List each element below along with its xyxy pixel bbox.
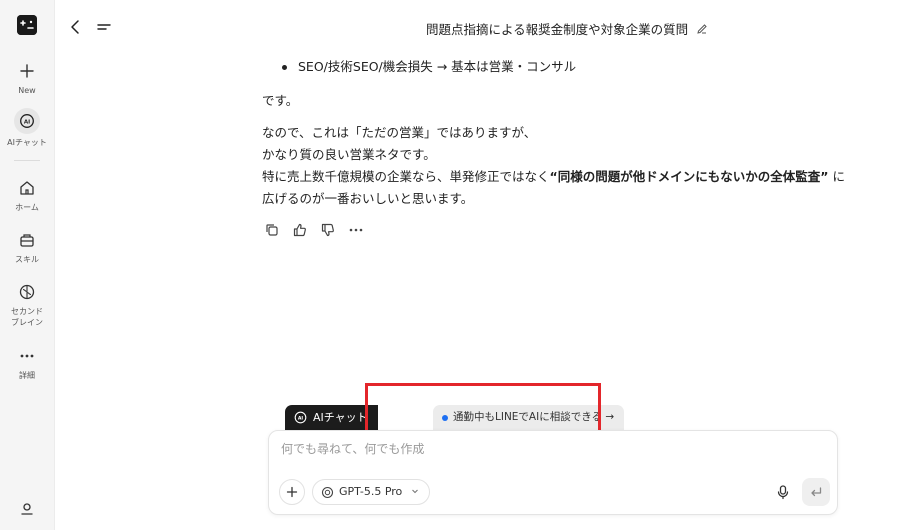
openai-icon [321, 486, 334, 499]
message-line: 特に売上数千億規模の企業なら、単発修正ではなく“同様の問題が他ドメインにもないか… [262, 166, 852, 188]
sidebar-item-label: AIチャット [7, 138, 47, 147]
message-paragraph: なので、これは「ただの営業」ではありますが、 かなり質の良い営業ネタです。 特に… [262, 122, 852, 210]
enter-icon [811, 487, 822, 497]
sidebar-item-label-2: ブレイン [11, 318, 43, 327]
app-logo[interactable] [17, 15, 37, 35]
skill-icon [20, 234, 34, 247]
microphone-icon [777, 485, 789, 500]
send-button[interactable] [802, 478, 830, 506]
sidebar-item-ai-chat[interactable]: AI AIチャット [0, 108, 54, 148]
sidebar-item-new[interactable]: New [0, 60, 54, 96]
sidebar-item-label-1: セカンド [11, 307, 43, 316]
attach-button[interactable] [279, 479, 305, 505]
svg-text:AI: AI [298, 416, 304, 422]
sidebar-item-label: ホーム [15, 203, 39, 212]
chevron-left-icon [71, 20, 79, 34]
sidebar-item-more[interactable]: 詳細 [0, 345, 54, 381]
main-panel: 問題点指摘による報奨金制度や対象企業の質問 SEO/技術SEO/機会損失 → 基… [54, 0, 900, 530]
ai-chat-chip-label: AIチャット [313, 411, 368, 424]
model-name: GPT-5.5 Pro [339, 485, 403, 498]
message-actions [264, 222, 364, 238]
sidebar: New AI AIチャット ホーム スキル セカンド ブレイン 詳細 [0, 0, 54, 530]
sidebar-divider [14, 160, 40, 161]
sidebar-item-second-brain[interactable]: セカンド ブレイン [0, 281, 54, 328]
sidebar-item-skill[interactable]: スキル [0, 229, 54, 265]
sidebar-item-home[interactable]: ホーム [0, 177, 54, 213]
conversation-title[interactable]: 問題点指摘による報奨金制度や対象企業の質問 [426, 19, 708, 38]
profile-button[interactable] [0, 498, 54, 520]
more-icon [20, 354, 34, 358]
plus-icon [20, 64, 34, 78]
menu-button[interactable] [93, 16, 115, 38]
sidebar-item-label: New [18, 86, 36, 95]
user-icon [21, 503, 33, 515]
assistant-message: SEO/技術SEO/機会損失 → 基本は営業・コンサル です。 なので、これは「… [262, 56, 852, 210]
message-text: に [832, 169, 845, 184]
plus-icon [286, 486, 298, 498]
message-text: 特に売上数千億規模の企業なら、単発修正ではなく [262, 169, 550, 184]
svg-text:AI: AI [24, 119, 30, 125]
chat-composer: GPT-5.5 Pro [268, 430, 838, 515]
thumbs-down-icon[interactable] [320, 222, 336, 238]
message-line: 広げるのが一番おいしいと思います。 [262, 191, 474, 206]
edit-icon[interactable] [696, 23, 708, 35]
menu-icon [97, 24, 111, 30]
more-options-icon[interactable] [348, 222, 364, 238]
chevron-down-icon [411, 489, 418, 494]
message-line: なので、これは「ただの営業」ではありますが、 [262, 125, 537, 140]
sidebar-item-label: 詳細 [19, 371, 35, 380]
brain-icon [19, 284, 35, 300]
chat-input[interactable] [281, 442, 801, 456]
ai-chat-chip[interactable]: AI AIチャット [285, 405, 378, 430]
back-button[interactable] [65, 16, 87, 38]
title-text: 問題点指摘による報奨金制度や対象企業の質問 [426, 22, 689, 37]
mic-button[interactable] [774, 483, 792, 501]
message-line: かなり質の良い営業ネタです。 [262, 147, 436, 162]
message-paragraph: です。 [262, 93, 299, 108]
list-item: SEO/技術SEO/機会損失 → 基本は営業・コンサル [262, 56, 852, 78]
ai-chat-icon: AI [20, 114, 34, 128]
home-icon [20, 181, 34, 195]
sidebar-item-label: スキル [15, 255, 39, 264]
ai-chat-icon: AI [294, 411, 307, 424]
message-bold-text: “同様の問題が他ドメインにもないかの全体監査” [549, 169, 829, 184]
model-selector[interactable]: GPT-5.5 Pro [312, 479, 430, 505]
thumbs-up-icon[interactable] [292, 222, 308, 238]
copy-icon[interactable] [264, 222, 280, 238]
